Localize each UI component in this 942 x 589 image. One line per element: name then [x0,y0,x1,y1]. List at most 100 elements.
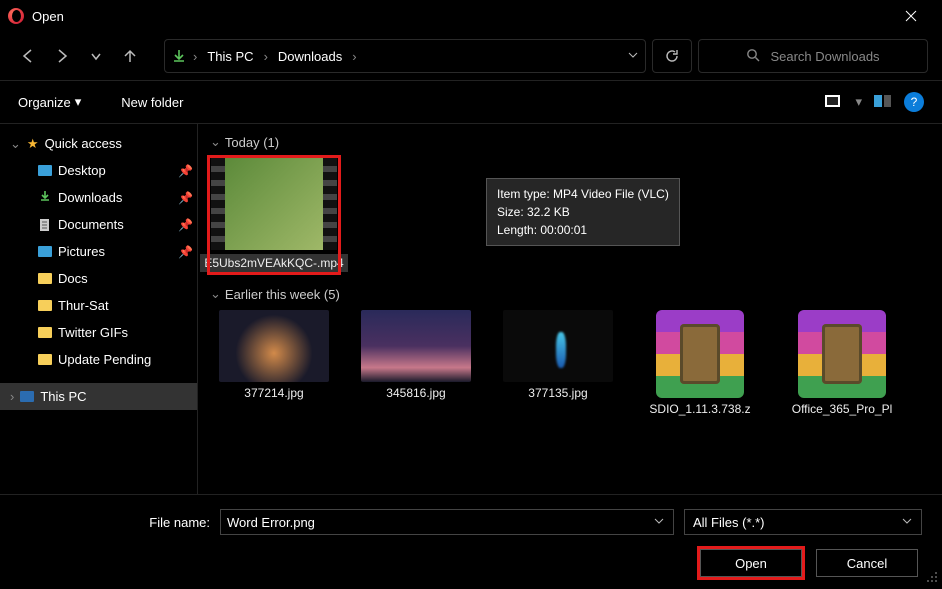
dropdown-arrow-icon[interactable]: ▾ [855,94,862,110]
sidebar-item-update[interactable]: Update Pending [0,346,197,373]
file-item[interactable]: 377135.jpg [494,310,622,416]
view-mode-button[interactable] [825,95,843,109]
sidebar-item-downloads[interactable]: Downloads 📌 [0,184,197,211]
new-folder-label: New folder [121,95,183,110]
chevron-down-icon[interactable] [627,49,639,64]
button-label: Cancel [847,556,887,571]
refresh-button[interactable] [652,39,692,73]
titlebar: Open [0,0,942,32]
pin-icon: 📌 [178,218,193,232]
folder-icon [38,273,52,284]
window-title: Open [32,9,64,24]
file-item[interactable]: 345816.jpg [352,310,480,416]
chevron-down-icon[interactable] [653,515,665,530]
sidebar-item-docs[interactable]: Docs [0,265,197,292]
sidebar-item-label: Pictures [58,244,105,259]
group-header-earlier[interactable]: ⌄ Earlier this week (5) [210,286,930,302]
up-button[interactable] [116,40,144,72]
star-icon: ★ [27,136,39,152]
image-thumbnail [361,310,471,382]
sidebar: ⌄ ★ Quick access Desktop 📌 Downloads 📌 D… [0,124,198,494]
chevron-right-icon: › [262,49,270,64]
sidebar-item-label: This PC [40,389,86,404]
folder-icon [38,300,52,311]
sidebar-item-label: Documents [58,217,124,232]
chevron-down-icon: ⌄ [210,134,221,150]
new-folder-button[interactable]: New folder [121,95,183,110]
breadcrumb[interactable]: This PC [203,49,257,64]
filter-value: All Files (*.*) [693,515,901,530]
file-tooltip: Item type: MP4 Video File (VLC) Size: 32… [486,178,680,246]
image-thumbnail [219,310,329,382]
file-name: 345816.jpg [386,386,445,400]
file-name: 377135.jpg [528,386,587,400]
sidebar-item-label: Downloads [58,190,122,205]
file-item[interactable]: E5Ubs2mVEAkKQC-.mp4 [210,158,338,272]
file-list: ⌄ Today (1) E5Ubs2mVEAkKQC-.mp4 Item typ… [198,124,942,494]
sidebar-item-desktop[interactable]: Desktop 📌 [0,157,197,184]
filename-value: Word Error.png [227,515,653,530]
close-button[interactable] [888,0,934,32]
search-icon [746,48,760,65]
folder-icon [38,327,52,338]
tooltip-line: Length: 00:00:01 [497,221,669,239]
sidebar-item-label: Update Pending [58,352,151,367]
file-name: 377214.jpg [244,386,303,400]
pictures-icon [38,246,52,257]
recent-button[interactable] [82,40,110,72]
group-header-today[interactable]: ⌄ Today (1) [210,134,930,150]
help-button[interactable]: ? [904,92,924,112]
computer-icon [20,391,34,402]
pin-icon: 📌 [178,245,193,259]
sidebar-item-documents[interactable]: Documents 📌 [0,211,197,238]
group-label: Earlier this week (5) [225,287,340,302]
sidebar-item-label: Thur-Sat [58,298,109,313]
help-icon: ? [911,95,918,109]
download-icon [171,48,187,64]
sidebar-item-label: Docs [58,271,88,286]
filename-label: File name: [20,515,210,530]
file-item[interactable]: 377214.jpg [210,310,338,416]
opera-logo-icon [8,8,24,24]
search-placeholder: Search Downloads [770,49,879,64]
preview-pane-button[interactable] [874,95,892,109]
file-name: Office_365_Pro_Pl [792,402,893,416]
file-name: E5Ubs2mVEAkKQC-.mp4 [200,254,347,272]
video-thumbnail [211,158,337,250]
pin-icon: 📌 [178,164,193,178]
organize-menu[interactable]: Organize ▾ [18,94,81,110]
filename-input[interactable]: Word Error.png [220,509,674,535]
sidebar-item-pictures[interactable]: Pictures 📌 [0,238,197,265]
back-button[interactable] [14,40,42,72]
file-item[interactable]: Office_365_Pro_Pl [778,310,906,416]
image-thumbnail [503,310,613,382]
sidebar-item-thur-sat[interactable]: Thur-Sat [0,292,197,319]
location-bar[interactable]: › This PC › Downloads › [164,39,646,73]
file-item[interactable]: SDIO_1.11.3.738.z [636,310,764,416]
dialog-footer: File name: Word Error.png All Files (*.*… [0,494,942,589]
sidebar-item-label: Desktop [58,163,106,178]
desktop-icon [38,165,52,176]
dropdown-arrow-icon: ▾ [75,94,82,110]
navigation-bar: › This PC › Downloads › Search Downloads [0,32,942,80]
forward-button[interactable] [48,40,76,72]
sidebar-item-this-pc[interactable]: › This PC [0,383,197,410]
search-input[interactable]: Search Downloads [698,39,928,73]
breadcrumb[interactable]: Downloads [274,49,346,64]
tooltip-line: Size: 32.2 KB [497,203,669,221]
download-icon [38,189,52,206]
folder-icon [38,354,52,365]
document-icon [38,218,52,232]
sidebar-item-label: Quick access [45,136,122,151]
sidebar-item-quick-access[interactable]: ⌄ ★ Quick access [0,130,197,157]
resize-grip[interactable] [926,571,938,583]
cancel-button[interactable]: Cancel [816,549,918,577]
sidebar-item-label: Twitter GIFs [58,325,128,340]
group-label: Today (1) [225,135,279,150]
chevron-down-icon [901,515,913,530]
open-button[interactable]: Open [700,549,802,577]
file-filter-select[interactable]: All Files (*.*) [684,509,922,535]
tooltip-line: Item type: MP4 Video File (VLC) [497,185,669,203]
sidebar-item-twitter[interactable]: Twitter GIFs [0,319,197,346]
file-name: SDIO_1.11.3.738.z [649,402,750,416]
